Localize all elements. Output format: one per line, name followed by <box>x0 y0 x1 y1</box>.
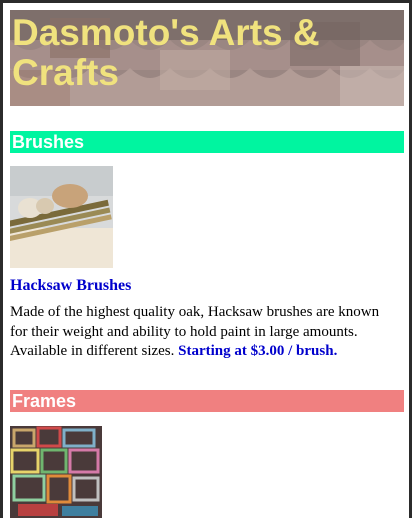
product-title-hacksaw-brushes: Hacksaw Brushes <box>10 277 132 294</box>
section-heading-frames: Frames <box>10 390 404 412</box>
site-title: Dasmoto's Arts & Crafts <box>12 12 320 93</box>
header-banner: Dasmoto's Arts & Crafts <box>10 10 404 106</box>
frames-image <box>10 426 102 518</box>
page-frame: Dasmoto's Arts & Crafts Brushes Hacksaw … <box>3 3 409 518</box>
section-heading-brushes: Brushes <box>10 131 404 153</box>
product-price: Starting at $3.00 / brush. <box>178 343 338 359</box>
brushes-image <box>10 166 113 268</box>
product-description: Made of the highest quality oak, Hacksaw… <box>10 303 396 362</box>
